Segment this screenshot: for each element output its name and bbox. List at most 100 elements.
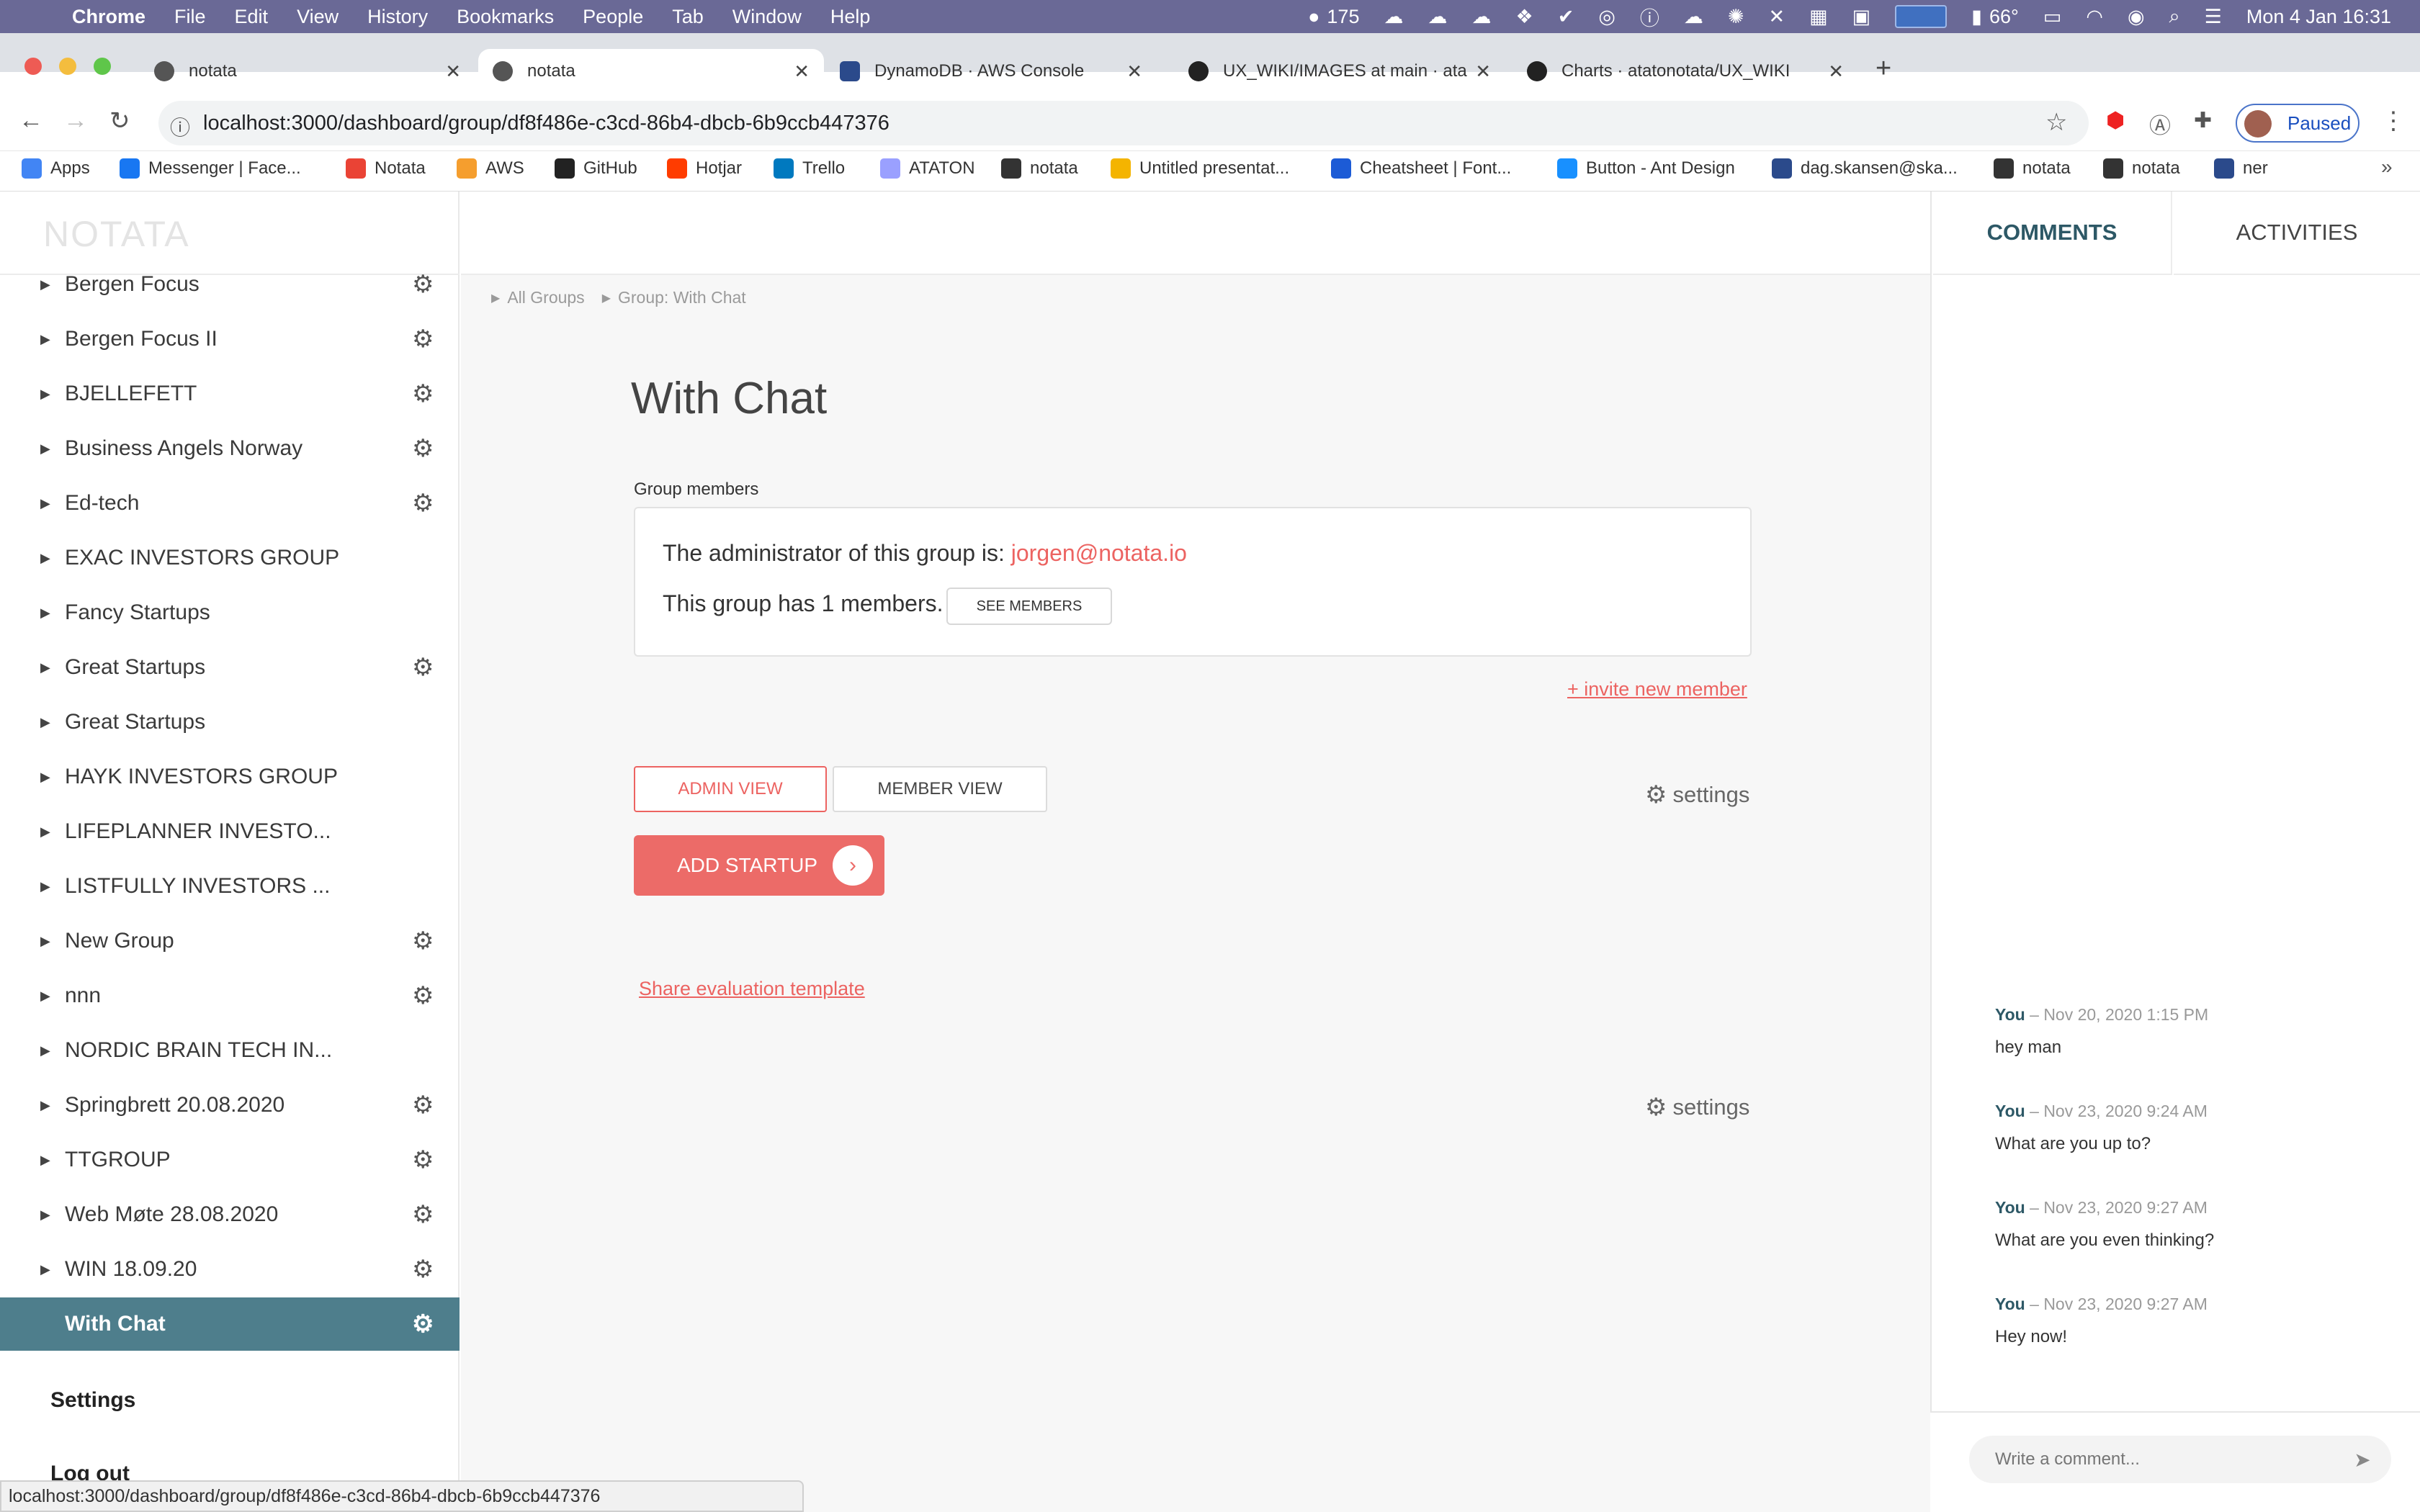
window-close-button[interactable] xyxy=(24,58,42,75)
cloud-upload-icon-2[interactable]: ☁ xyxy=(1428,6,1447,28)
bookmark-app-icon[interactable]: ▣ xyxy=(1852,6,1871,28)
group-settings-gear-icon[interactable]: ⚙ xyxy=(412,929,434,953)
bookmark-item[interactable]: ner xyxy=(2214,156,2268,181)
expand-caret-icon[interactable]: ▶ xyxy=(40,824,50,840)
expand-caret-icon[interactable]: ▶ xyxy=(40,1043,50,1058)
site-info-icon[interactable]: ⓘ xyxy=(170,112,190,141)
group-settings-gear-icon[interactable]: ⚙ xyxy=(412,1257,434,1282)
browser-menu-icon[interactable]: ⋮ xyxy=(2381,107,2406,135)
creative-cloud-icon[interactable]: ◎ xyxy=(1598,6,1615,28)
extensions-puzzle-icon[interactable]: ✚ xyxy=(2194,108,2212,133)
administrator-email-link[interactable]: jorgen@notata.io xyxy=(1011,540,1187,566)
expand-caret-icon[interactable]: ▶ xyxy=(40,989,50,1004)
sidebar-group-item[interactable]: ▶ Great Startups ⚙ xyxy=(0,641,460,694)
sidebar-group-item[interactable]: ▶ Ed-tech ⚙ xyxy=(0,477,460,530)
expand-caret-icon[interactable]: ▶ xyxy=(40,879,50,894)
cloud-upload-icon-3[interactable]: ☁ xyxy=(1471,6,1491,28)
more-bookmarks-icon[interactable]: » xyxy=(2381,156,2393,179)
expand-caret-icon[interactable]: ▶ xyxy=(40,441,50,456)
checkmark-icon[interactable]: ✔ xyxy=(1558,6,1574,28)
control-center-icon[interactable]: ☰ xyxy=(2205,6,2222,28)
admin-view-button[interactable]: ADMIN VIEW xyxy=(634,766,827,812)
expand-caret-icon[interactable]: ▶ xyxy=(40,1207,50,1223)
group-settings-gear-icon[interactable]: ⚙ xyxy=(412,436,434,461)
expand-caret-icon[interactable]: ▶ xyxy=(40,934,50,949)
menu-view[interactable]: View xyxy=(297,6,339,28)
sidebar-group-item[interactable]: ▶ Business Angels Norway ⚙ xyxy=(0,422,460,475)
cloud-icon[interactable]: ☁ xyxy=(1684,6,1703,28)
close-x-icon[interactable]: ✕ xyxy=(1769,6,1785,28)
expand-caret-icon[interactable]: ▶ xyxy=(40,277,50,292)
sidebar-group-item[interactable]: ▶ Springbrett 20.08.2020 ⚙ xyxy=(0,1079,460,1132)
share-evaluation-template-link[interactable]: Share evaluation template xyxy=(639,978,865,1000)
bookmark-item[interactable]: Cheatsheet | Font... xyxy=(1331,156,1511,181)
address-bar-url[interactable]: localhost:3000/dashboard/group/df8f486e-… xyxy=(203,112,889,135)
group-settings-gear-icon[interactable]: ⚙ xyxy=(412,1312,434,1336)
breadcrumb-current-group[interactable]: Group: With Chat xyxy=(618,288,746,307)
onepassword-icon[interactable]: ⓘ xyxy=(1640,3,1659,31)
bookmark-item[interactable]: Trello xyxy=(774,156,845,181)
bookmark-item[interactable]: notata xyxy=(2103,156,2180,181)
sidebar-group-item[interactable]: ▶ New Group ⚙ xyxy=(0,914,460,968)
bookmark-item[interactable]: Notata xyxy=(346,156,426,181)
sidebar-settings-link[interactable]: Settings xyxy=(50,1388,135,1413)
menu-bookmarks[interactable]: Bookmarks xyxy=(457,6,554,28)
tab-close-icon[interactable]: ✕ xyxy=(794,60,810,83)
extension-adblock-icon[interactable]: ⬢ xyxy=(2106,108,2125,133)
sidebar-group-item[interactable]: ▶ Fancy Startups xyxy=(0,586,460,639)
group-settings-gear-icon[interactable]: ⚙ xyxy=(412,655,434,680)
group-settings-gear-icon[interactable]: ⚙ xyxy=(412,984,434,1008)
profile-button[interactable]: Paused xyxy=(2236,104,2360,143)
expand-caret-icon[interactable]: ▶ xyxy=(40,551,50,566)
sidebar-group-item[interactable]: ▶ Bergen Focus II ⚙ xyxy=(0,312,460,366)
app-logo[interactable]: NOTATA xyxy=(43,213,190,255)
extension-icon[interactable]: Ⓐ xyxy=(2149,108,2171,140)
new-tab-plus-icon[interactable]: + xyxy=(1876,53,1891,84)
send-icon[interactable]: ➤ xyxy=(2334,1436,2391,1483)
tab-activities[interactable]: ACTIVITIES xyxy=(2174,192,2420,275)
sidebar-group-item[interactable]: ▶ HAYK INVESTORS GROUP xyxy=(0,750,460,804)
bookmark-item[interactable]: Button - Ant Design xyxy=(1557,156,1735,181)
back-arrow-icon[interactable]: ← xyxy=(19,107,43,135)
expand-caret-icon[interactable]: ▶ xyxy=(40,1098,50,1113)
reload-icon[interactable]: ↻ xyxy=(109,107,130,135)
browser-tab-3[interactable]: DynamoDB · AWS Console ✕ xyxy=(825,49,1157,94)
menu-edit[interactable]: Edit xyxy=(235,6,269,28)
bookmark-item[interactable]: notata xyxy=(1994,156,2071,181)
menu-file[interactable]: File xyxy=(174,6,206,28)
menu-history[interactable]: History xyxy=(367,6,428,28)
window-zoom-button[interactable] xyxy=(94,58,111,75)
expand-caret-icon[interactable]: ▶ xyxy=(40,387,50,402)
group-settings-gear-icon[interactable]: ⚙ xyxy=(412,1148,434,1172)
comment-input[interactable] xyxy=(1969,1436,2358,1483)
expand-caret-icon[interactable]: ▶ xyxy=(40,660,50,675)
clock[interactable]: Mon 4 Jan 16:31 xyxy=(2246,6,2391,28)
group-settings-gear-icon[interactable]: ⚙ xyxy=(412,272,434,297)
sidebar-group-item[interactable]: ▶ BJELLEFETT ⚙ xyxy=(0,367,460,420)
sidebar-group-item[interactable]: ▶ WIN 18.09.20 ⚙ xyxy=(0,1243,460,1296)
spotlight-search-icon[interactable]: ⌕ xyxy=(2169,5,2180,28)
menu-app-name[interactable]: Chrome xyxy=(72,6,145,28)
sidebar-group-item[interactable]: ▶ nnn ⚙ xyxy=(0,969,460,1022)
sidebar-group-item[interactable]: ▶ LIFEPLANNER INVESTO... xyxy=(0,805,460,858)
sidebar-group-item[interactable]: ▶ LISTFULLY INVESTORS ... xyxy=(0,860,460,913)
menu-window[interactable]: Window xyxy=(732,6,802,28)
see-members-button[interactable]: SEE MEMBERS xyxy=(946,588,1112,625)
grid-icon[interactable]: ▦ xyxy=(1809,6,1828,28)
notification-count-icon[interactable]: ● xyxy=(1308,6,1319,28)
template-settings-link[interactable]: ⚙ settings xyxy=(1645,1093,1749,1122)
browser-tab-1[interactable]: notata ✕ xyxy=(140,49,475,94)
tab-close-icon[interactable]: ✕ xyxy=(1475,60,1491,83)
tab-close-icon[interactable]: ✕ xyxy=(1126,60,1142,83)
group-settings-gear-icon[interactable]: ⚙ xyxy=(412,1093,434,1117)
expand-caret-icon[interactable]: ▶ xyxy=(40,606,50,621)
member-view-button[interactable]: MEMBER VIEW xyxy=(833,766,1047,812)
sidebar-group-item[interactable]: ▶ Bergen Focus ⚙ xyxy=(0,258,460,311)
forward-arrow-icon[interactable]: → xyxy=(63,107,88,135)
user-icon[interactable]: ◉ xyxy=(2128,6,2145,28)
bookmark-item[interactable]: ATATON xyxy=(880,156,975,181)
group-settings-gear-icon[interactable]: ⚙ xyxy=(412,491,434,516)
expand-caret-icon[interactable]: ▶ xyxy=(40,1153,50,1168)
group-settings-gear-icon[interactable]: ⚙ xyxy=(412,327,434,351)
menu-help[interactable]: Help xyxy=(830,6,871,28)
